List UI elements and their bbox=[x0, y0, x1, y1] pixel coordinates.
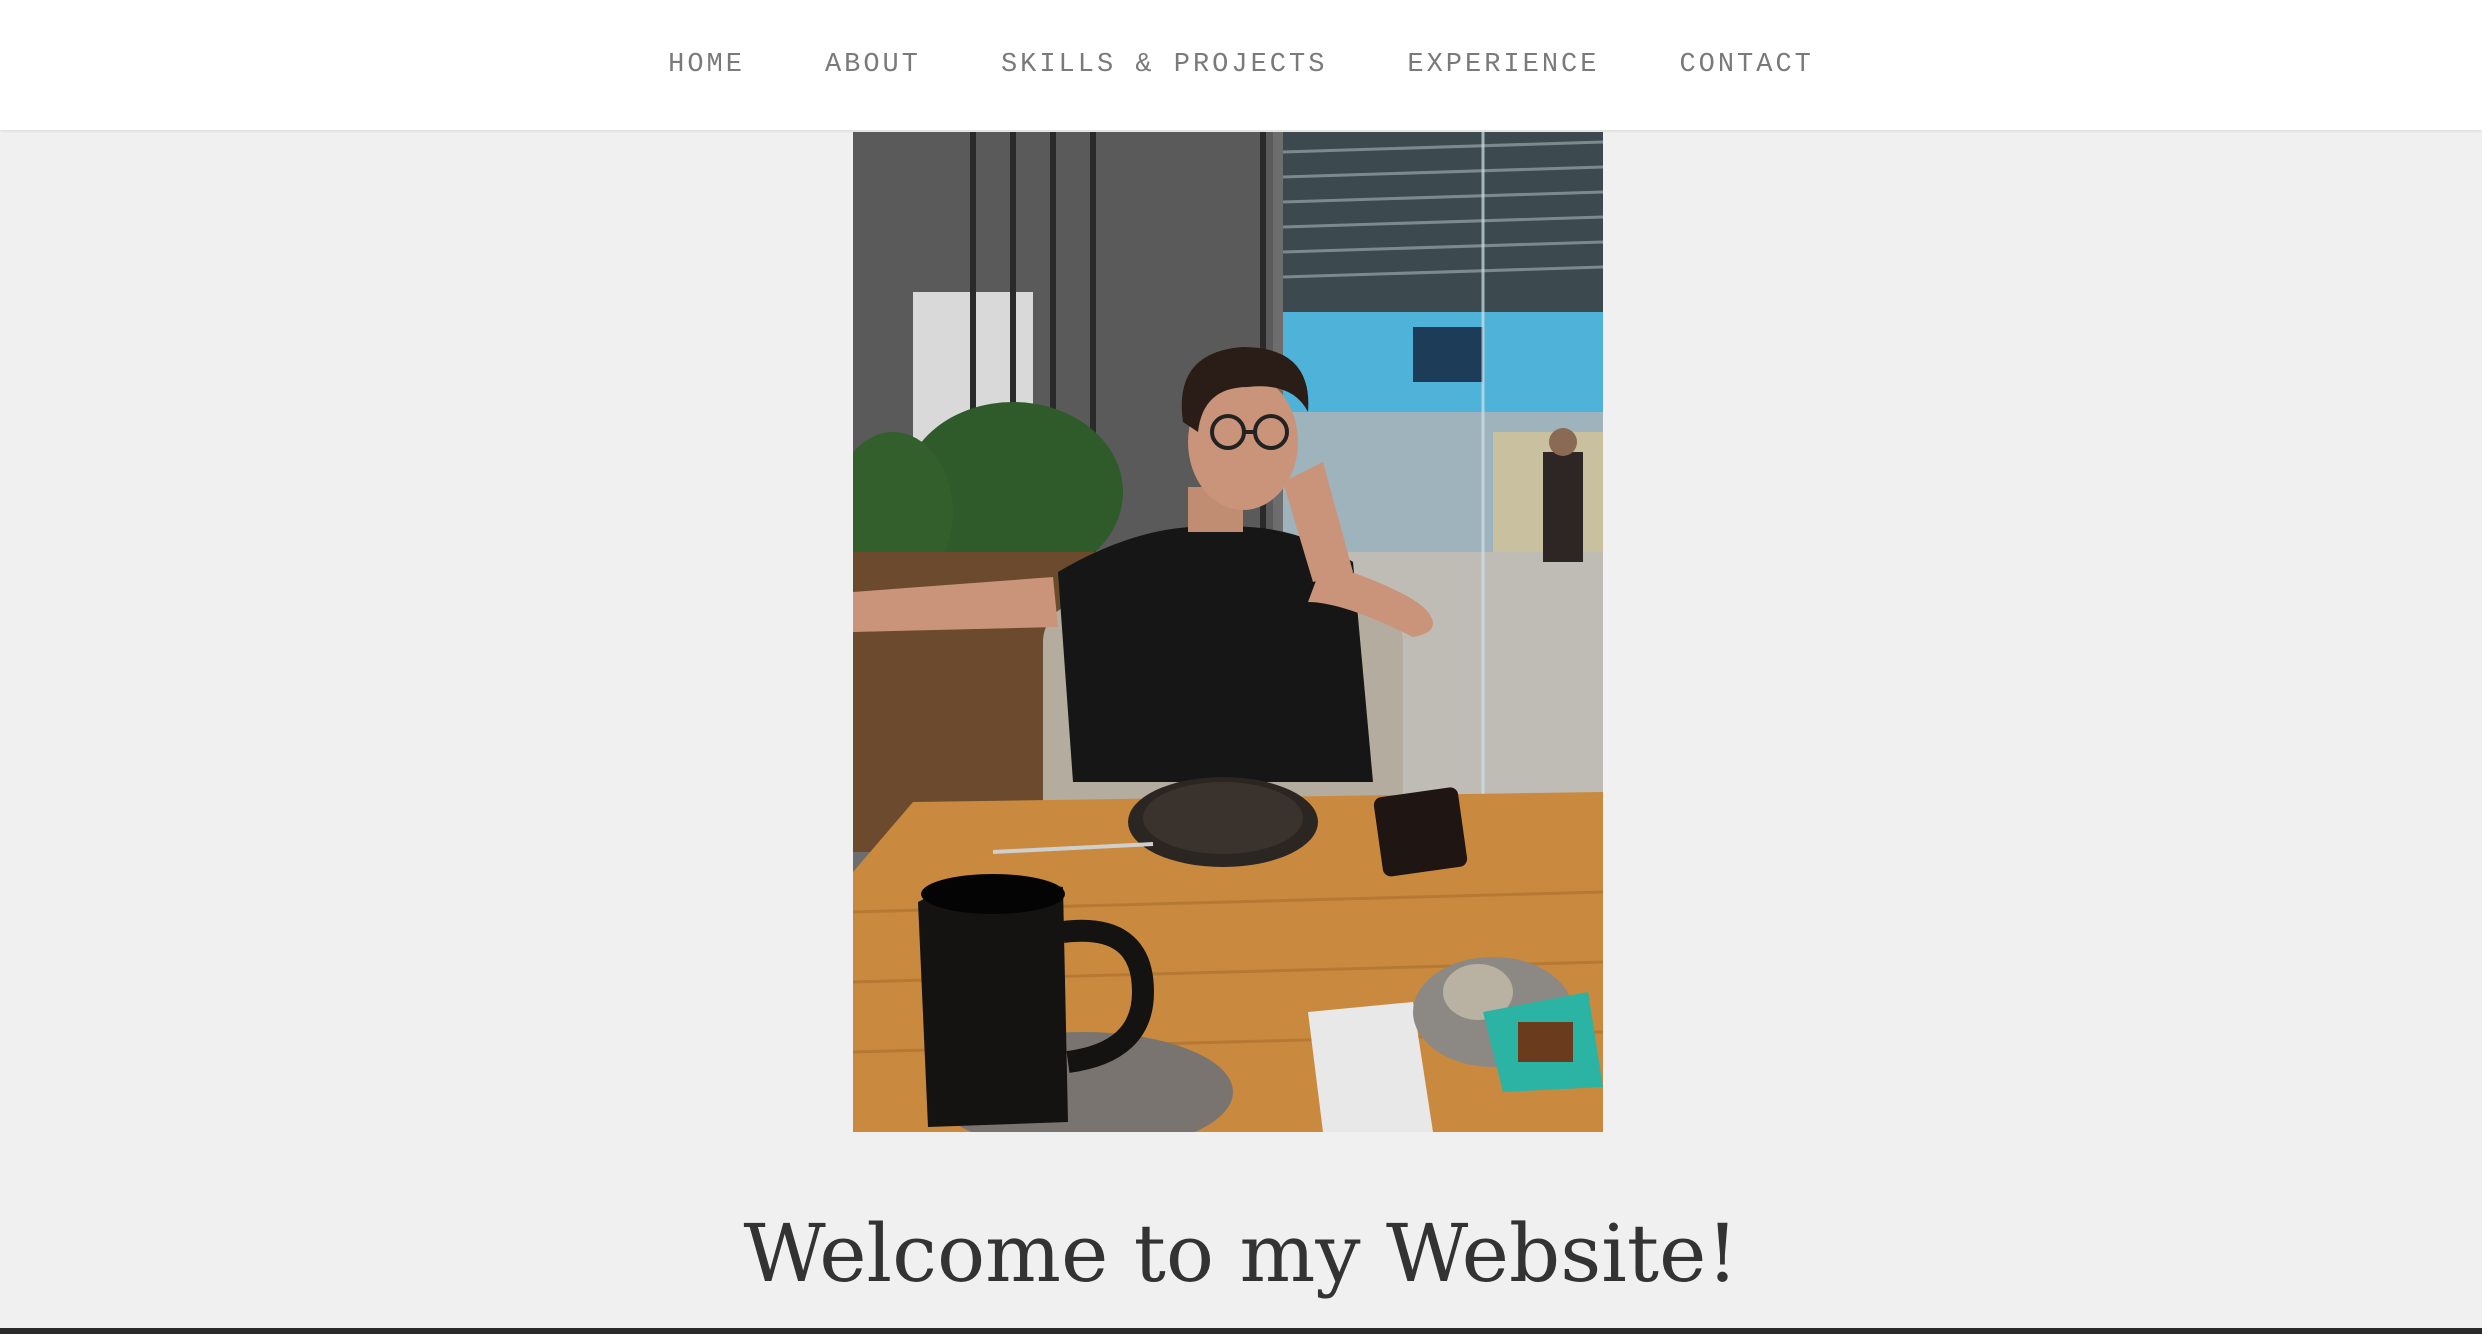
profile-photo bbox=[853, 132, 1603, 1132]
top-navbar: HOME ABOUT SKILLS & PROJECTS EXPERIENCE … bbox=[0, 0, 2482, 130]
bottom-bar bbox=[0, 1328, 2482, 1334]
welcome-heading: Welcome to my Website! bbox=[743, 1207, 1739, 1300]
nav-link-contact[interactable]: CONTACT bbox=[1639, 50, 1853, 80]
nav-link-about[interactable]: ABOUT bbox=[785, 50, 961, 80]
page: HOME ABOUT SKILLS & PROJECTS EXPERIENCE … bbox=[0, 0, 2482, 1334]
nav-link-home[interactable]: HOME bbox=[628, 50, 785, 80]
nav-link-skills-projects[interactable]: SKILLS & PROJECTS bbox=[961, 50, 1367, 80]
nav-link-experience[interactable]: EXPERIENCE bbox=[1367, 50, 1639, 80]
nav-links: HOME ABOUT SKILLS & PROJECTS EXPERIENCE … bbox=[0, 0, 2482, 130]
